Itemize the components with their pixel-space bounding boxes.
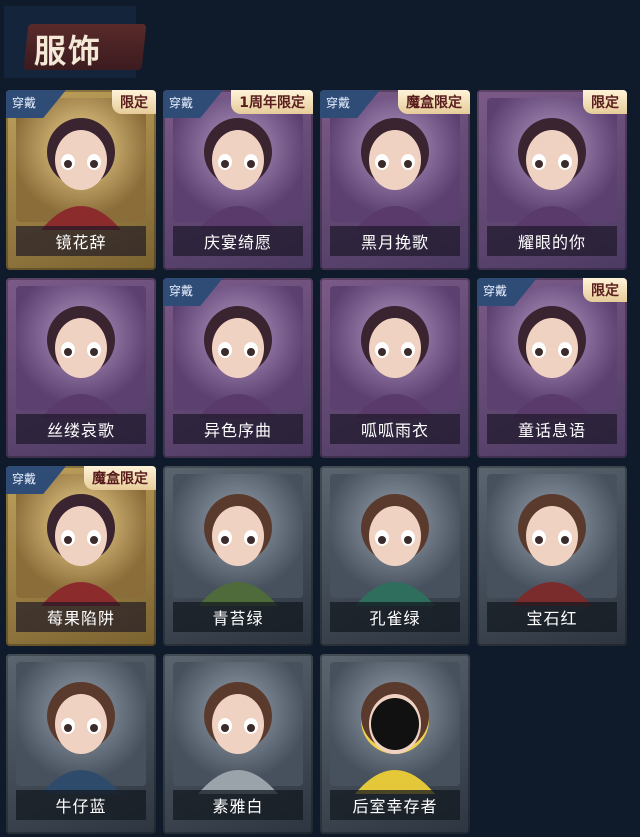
outfit-name: 异色序曲 xyxy=(173,414,303,444)
outfit-card[interactable]: 青苔绿 xyxy=(163,466,313,646)
outfit-card[interactable]: 后室幸存者 xyxy=(320,654,470,834)
gem-red-girl-icon xyxy=(512,494,592,606)
limited-tag: 魔盒限定 xyxy=(84,466,156,490)
outfit-name: 耀眼的你 xyxy=(487,226,617,256)
outfit-name: 青苔绿 xyxy=(173,602,303,632)
outfit-name: 牛仔蓝 xyxy=(16,790,146,820)
outfit-name: 庆宴绮愿 xyxy=(173,226,303,256)
outfit-name: 黑月挽歌 xyxy=(330,226,460,256)
limited-tag: 限定 xyxy=(112,90,156,114)
outfit-card[interactable]: 穿戴 限定 童话息语 xyxy=(477,278,627,458)
plain-white-girl-icon xyxy=(198,682,278,794)
outfit-card[interactable]: 丝缕哀歌 xyxy=(6,278,156,458)
limited-tag: 1周年限定 xyxy=(231,90,313,114)
outfit-card[interactable]: 呱呱雨衣 xyxy=(320,278,470,458)
outfit-card[interactable]: 穿戴 魔盒限定 莓果陷阱 xyxy=(6,466,156,646)
outfit-card[interactable]: 牛仔蓝 xyxy=(6,654,156,834)
outfit-card[interactable]: 素雅白 xyxy=(163,654,313,834)
outfit-card[interactable]: 孔雀绿 xyxy=(320,466,470,646)
outfit-name: 素雅白 xyxy=(173,790,303,820)
frog-raincoat-girl-icon xyxy=(355,306,435,418)
outfit-name: 呱呱雨衣 xyxy=(330,414,460,444)
outfit-name: 莓果陷阱 xyxy=(16,602,146,632)
limited-tag: 限定 xyxy=(583,90,627,114)
peacock-green-girl-icon xyxy=(355,494,435,606)
floral-headdress-girl-icon xyxy=(41,306,121,418)
outfit-name: 后室幸存者 xyxy=(330,790,460,820)
denim-blue-girl-icon xyxy=(41,682,121,794)
green-hoodie-girl-icon xyxy=(198,494,278,606)
outfit-name: 孔雀绿 xyxy=(330,602,460,632)
outfit-name: 童话息语 xyxy=(487,414,617,444)
outfit-card[interactable]: 穿戴 限定 镜花辞 xyxy=(6,90,156,270)
outfit-card[interactable]: 穿戴 魔盒限定 黑月挽歌 xyxy=(320,90,470,270)
limited-tag: 魔盒限定 xyxy=(398,90,470,114)
gas-mask-survivor-icon xyxy=(355,682,435,794)
outfit-card[interactable]: 宝石红 xyxy=(477,466,627,646)
outfit-card[interactable]: 穿戴 异色序曲 xyxy=(163,278,313,458)
outfit-name: 宝石红 xyxy=(487,602,617,632)
outfit-card[interactable]: 穿戴 1周年限定 庆宴绮愿 xyxy=(163,90,313,270)
outfit-card[interactable]: 限定耀眼的你 xyxy=(477,90,627,270)
outfit-name: 丝缕哀歌 xyxy=(16,414,146,444)
outfit-grid: 穿戴 限定 镜花辞 穿戴 1周年限定 庆宴绮愿 穿戴 魔盒限定 黑月挽歌 限定 耀眼的你 丝缕… xyxy=(0,0,640,837)
limited-tag: 限定 xyxy=(583,278,627,302)
outfit-name: 镜花辞 xyxy=(16,226,146,256)
